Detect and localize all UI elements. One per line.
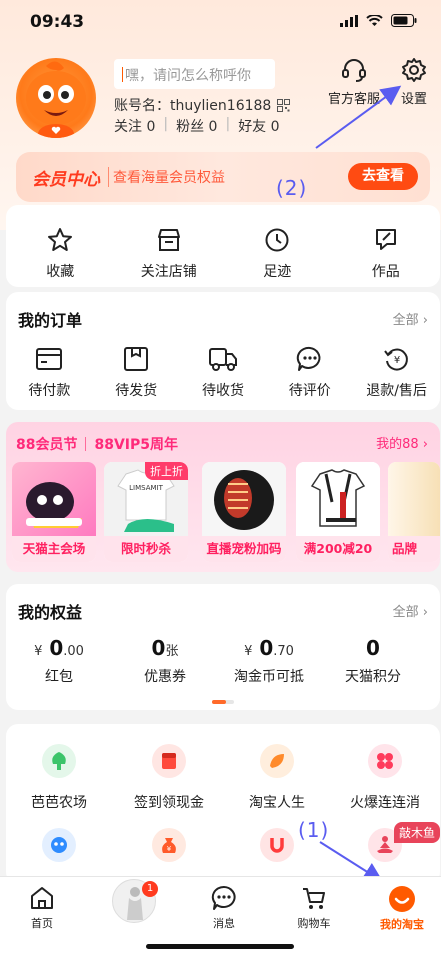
- message-icon: [211, 885, 236, 910]
- tab-home[interactable]: 首页: [2, 885, 82, 931]
- my-taobao-icon: [389, 886, 415, 912]
- tab-cart[interactable]: 购物车: [274, 885, 354, 931]
- tab-my-taobao[interactable]: 我的淘宝: [362, 885, 441, 932]
- home-icon: [31, 887, 53, 909]
- tab-messages[interactable]: 消息: [184, 885, 264, 931]
- home-indicator: [146, 944, 294, 949]
- feed-badge: 1: [142, 881, 158, 897]
- tab-feed[interactable]: 1: [94, 879, 174, 923]
- annotation-arrows: [315, 85, 402, 883]
- cart-icon: [303, 888, 325, 909]
